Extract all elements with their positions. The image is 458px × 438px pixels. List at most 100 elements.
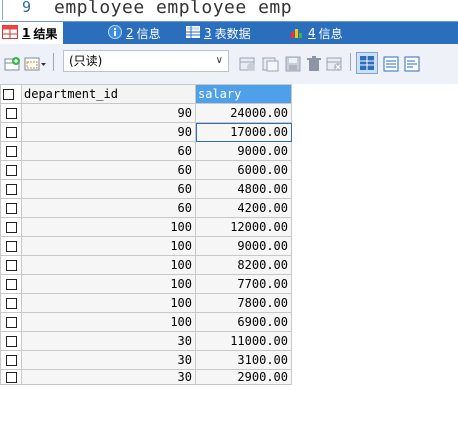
tab-result[interactable]: 1 结果 <box>0 22 64 44</box>
cell-salary[interactable]: 8200.00 <box>195 255 292 275</box>
grid-body: 90 24000.00 90 17000.00 60 9000.00 60 6000.00 60… <box>0 103 292 385</box>
table-row[interactable]: 60 6000.00 <box>0 160 292 180</box>
row-checkbox-cell[interactable] <box>0 369 22 385</box>
table-row[interactable]: 60 4800.00 <box>0 179 292 199</box>
cell-department-id[interactable]: 100 <box>21 312 196 332</box>
table-row[interactable]: 60 9000.00 <box>0 141 292 161</box>
row-checkbox-cell[interactable] <box>0 312 22 332</box>
row-checkbox-cell[interactable] <box>0 274 22 294</box>
table-row[interactable]: 30 11000.00 <box>0 331 292 351</box>
row-checkbox[interactable] <box>5 336 17 347</box>
table-row[interactable]: 100 9000.00 <box>0 236 292 256</box>
row-checkbox-cell[interactable] <box>0 160 22 180</box>
row-checkbox-cell[interactable] <box>0 331 22 351</box>
cancel-changes-icon[interactable] <box>326 56 344 72</box>
row-checkbox[interactable] <box>5 203 17 214</box>
table-row[interactable]: 90 17000.00 <box>0 122 292 142</box>
save-icon[interactable] <box>285 56 301 72</box>
table-row[interactable]: 30 2900.00 <box>0 369 292 385</box>
column-header-department-id[interactable]: department_id <box>21 84 196 104</box>
cell-department-id[interactable]: 100 <box>21 274 196 294</box>
cell-salary[interactable]: 9000.00 <box>195 141 292 161</box>
cell-salary[interactable]: 6900.00 <box>195 312 292 332</box>
row-checkbox[interactable] <box>5 222 17 233</box>
cell-salary[interactable]: 7800.00 <box>195 293 292 313</box>
row-checkbox[interactable] <box>5 108 17 119</box>
cell-department-id[interactable]: 30 <box>21 350 196 370</box>
tab-table-data-number: 3 <box>204 26 212 40</box>
cell-department-id[interactable]: 30 <box>21 331 196 351</box>
grid-view-dropdown-icon[interactable] <box>24 56 48 72</box>
select-all-checkbox[interactable] <box>3 89 14 100</box>
cell-salary[interactable]: 2900.00 <box>195 369 292 385</box>
info-icon <box>108 24 122 42</box>
table-row[interactable]: 100 7700.00 <box>0 274 292 294</box>
row-checkbox[interactable] <box>5 241 17 252</box>
form-view-icon[interactable] <box>383 56 399 72</box>
tab-info-2-label: 信息 <box>318 26 343 41</box>
cell-department-id[interactable]: 60 <box>21 160 196 180</box>
cell-department-id[interactable]: 30 <box>21 369 196 385</box>
cell-salary[interactable]: 12000.00 <box>195 217 292 237</box>
cell-department-id[interactable]: 60 <box>21 141 196 161</box>
tab-info[interactable]: 2 信息 <box>108 22 161 44</box>
cell-salary[interactable]: 4200.00 <box>195 198 292 218</box>
cell-department-id[interactable]: 100 <box>21 255 196 275</box>
table-row[interactable]: 100 12000.00 <box>0 217 292 237</box>
cell-department-id[interactable]: 90 <box>21 103 196 123</box>
cell-department-id[interactable]: 60 <box>21 179 196 199</box>
row-checkbox-cell[interactable] <box>0 236 22 256</box>
save-changes-icon[interactable] <box>239 56 257 72</box>
duplicate-row-icon[interactable] <box>262 56 280 72</box>
cell-department-id[interactable]: 100 <box>21 293 196 313</box>
grid-view-button[interactable] <box>356 52 378 74</box>
row-checkbox-cell[interactable] <box>0 179 22 199</box>
table-row[interactable]: 100 7800.00 <box>0 293 292 313</box>
table-row[interactable]: 90 24000.00 <box>0 103 292 123</box>
cell-salary[interactable]: 11000.00 <box>195 331 292 351</box>
column-header-salary[interactable]: salary <box>195 84 292 104</box>
row-checkbox[interactable] <box>5 146 17 157</box>
editor-code-line[interactable]: employee employee emp <box>54 0 292 18</box>
row-checkbox[interactable] <box>5 260 17 271</box>
row-checkbox-cell[interactable] <box>0 198 22 218</box>
row-checkbox[interactable] <box>5 279 17 290</box>
sql-editor-strip[interactable]: 9 employee employee emp <box>0 0 458 20</box>
cell-salary[interactable]: 17000.00 <box>195 122 292 142</box>
text-view-icon[interactable] <box>404 56 420 72</box>
table-row[interactable]: 100 8200.00 <box>0 255 292 275</box>
tab-table-data[interactable]: 3 表数据 <box>186 22 251 44</box>
read-only-mode-select[interactable]: (只读) ∨ <box>63 50 229 72</box>
cell-department-id[interactable]: 90 <box>21 122 196 142</box>
tab-info-2[interactable]: 4 信息 <box>290 22 343 44</box>
select-all-cell[interactable] <box>0 84 22 104</box>
table-row[interactable]: 30 3100.00 <box>0 350 292 370</box>
cell-salary[interactable]: 4800.00 <box>195 179 292 199</box>
cell-salary[interactable]: 3100.00 <box>195 350 292 370</box>
row-checkbox[interactable] <box>5 317 17 328</box>
insert-row-icon[interactable] <box>4 56 22 72</box>
cell-department-id[interactable]: 60 <box>21 198 196 218</box>
row-checkbox-cell[interactable] <box>0 141 22 161</box>
row-checkbox[interactable] <box>5 355 17 366</box>
row-checkbox[interactable] <box>5 372 17 383</box>
row-checkbox-cell[interactable] <box>0 217 22 237</box>
row-checkbox[interactable] <box>5 165 17 176</box>
row-checkbox[interactable] <box>5 184 17 195</box>
cell-salary[interactable]: 24000.00 <box>195 103 292 123</box>
cell-salary[interactable]: 6000.00 <box>195 160 292 180</box>
row-checkbox[interactable] <box>5 298 17 309</box>
row-checkbox-cell[interactable] <box>0 350 22 370</box>
cell-salary[interactable]: 9000.00 <box>195 236 292 256</box>
table-row[interactable]: 60 4200.00 <box>0 198 292 218</box>
row-checkbox-cell[interactable] <box>0 293 22 313</box>
table-row[interactable]: 100 6900.00 <box>0 312 292 332</box>
cell-department-id[interactable]: 100 <box>21 236 196 256</box>
cell-salary[interactable]: 7700.00 <box>195 274 292 294</box>
cell-department-id[interactable]: 100 <box>21 217 196 237</box>
delete-row-icon[interactable] <box>306 56 322 72</box>
row-checkbox-cell[interactable] <box>0 255 22 275</box>
row-checkbox-cell[interactable] <box>0 122 22 142</box>
row-checkbox[interactable] <box>5 127 17 138</box>
row-checkbox-cell[interactable] <box>0 103 22 123</box>
